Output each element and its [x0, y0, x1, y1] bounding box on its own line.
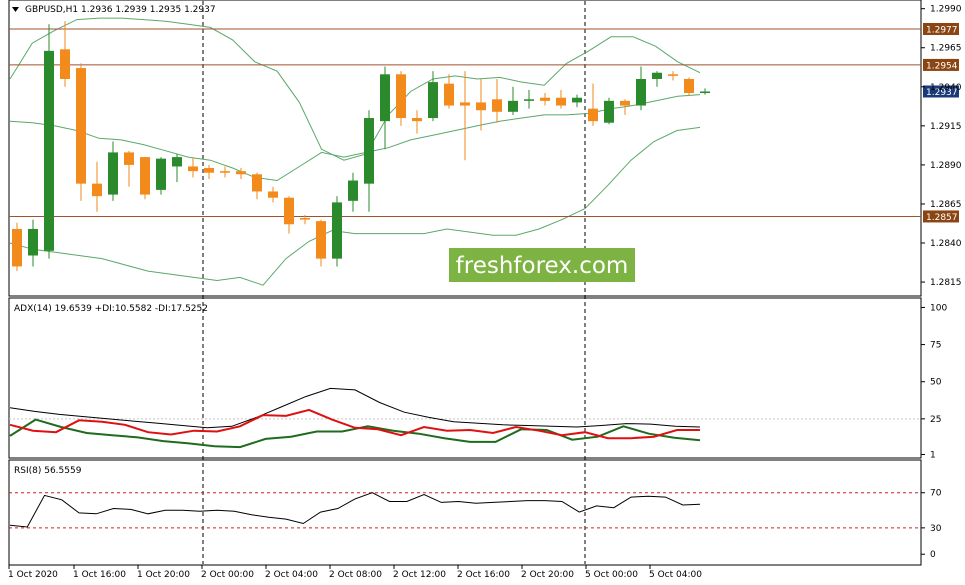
adx-tick-label: 25 — [930, 415, 941, 425]
time-tick-label: 1 Oct 16:00 — [73, 570, 126, 580]
candle-body — [492, 99, 502, 112]
price-tick-label: 1.2840 — [930, 239, 962, 249]
level-price-label: 1.2954 — [926, 61, 958, 71]
candle-body — [604, 100, 614, 123]
trading-chart[interactable]: 1.29771.29541.28571.2937 1007550251 7030… — [0, 0, 965, 585]
time-tick-label: 5 Oct 04:00 — [649, 570, 702, 580]
time-tick-label: 1 Oct 2020 — [8, 570, 58, 580]
time-tick-label: 5 Oct 00:00 — [585, 570, 638, 580]
candle-body — [444, 83, 454, 106]
candle-body — [460, 102, 470, 106]
candle-body — [684, 78, 694, 94]
candle-body — [396, 74, 406, 119]
time-tick-label: 2 Oct 16:00 — [457, 570, 510, 580]
candle-body — [76, 68, 86, 184]
time-tick-label: 2 Oct 08:00 — [329, 570, 382, 580]
time-tick-label: 1 Oct 20:00 — [137, 570, 190, 580]
level-price-label: 1.2977 — [926, 25, 958, 35]
candle-body — [476, 102, 486, 111]
price-tick-label: 1.2990 — [930, 5, 962, 15]
candle-body — [172, 157, 182, 167]
candle-body — [92, 183, 102, 197]
rsi-header: RSI(8) 56.5559 — [14, 466, 82, 476]
rsi-tick-label: 70 — [930, 489, 942, 499]
candle-body — [700, 91, 710, 94]
candle-body — [572, 97, 582, 103]
price-tick-label: 1.2890 — [930, 161, 962, 171]
time-tick-label: 2 Oct 04:00 — [265, 570, 318, 580]
candle-body — [652, 72, 662, 79]
candle-body — [540, 97, 550, 101]
candle-body — [316, 221, 326, 259]
candle-body — [188, 166, 198, 172]
price-tick-label: 1.2940 — [930, 83, 962, 93]
candle-body — [508, 100, 518, 112]
level-price-label: 1.2857 — [926, 213, 958, 223]
time-tick-label: 2 Oct 12:00 — [393, 570, 446, 580]
candle — [12, 222, 22, 272]
candle-body — [44, 50, 54, 251]
candle — [140, 157, 150, 200]
candle-body — [60, 49, 70, 79]
candle-body — [284, 197, 294, 225]
price-tick-label: 1.2965 — [930, 44, 962, 54]
time-tick-label: 2 Oct 20:00 — [521, 570, 574, 580]
candle-body — [428, 82, 438, 119]
candle-body — [220, 171, 230, 173]
candle — [604, 97, 614, 125]
candle-body — [28, 228, 38, 256]
candle-body — [636, 78, 646, 106]
price-tick-label: 1.2865 — [930, 200, 962, 210]
candle-body — [252, 174, 262, 192]
rsi-tick-label: 0 — [930, 550, 936, 560]
candle-body — [332, 202, 342, 259]
symbol-header: GBPUSD,H1 1.2936 1.2939 1.2935 1.2937 — [25, 5, 216, 15]
adx-header: ADX(14) 19.6539 +DI:10.5582 -DI:17.5252 — [14, 304, 208, 314]
candle-body — [668, 74, 678, 76]
candle — [396, 71, 406, 126]
candle-body — [556, 97, 566, 106]
candle — [76, 63, 86, 201]
candle-body — [588, 108, 598, 122]
candle-body — [156, 158, 166, 190]
rsi-tick-label: 30 — [930, 524, 942, 534]
candle-body — [364, 118, 374, 184]
candle-body — [108, 152, 118, 195]
candle-body — [412, 118, 422, 122]
price-tick-label: 1.2915 — [930, 122, 962, 132]
candle-body — [348, 180, 358, 201]
candle-body — [268, 191, 278, 198]
candle-body — [380, 74, 390, 122]
candle-body — [524, 99, 534, 101]
candle-body — [124, 152, 134, 165]
candle-body — [140, 157, 150, 195]
price-tick-label: 1.2815 — [930, 278, 962, 288]
time-tick-label: 2 Oct 00:00 — [201, 570, 254, 580]
candle — [156, 157, 166, 195]
adx-tick-label: 50 — [930, 378, 942, 388]
candle-body — [236, 171, 246, 175]
candle-body — [12, 228, 22, 267]
candle — [332, 196, 342, 267]
candle-body — [620, 100, 630, 106]
candle — [44, 24, 54, 259]
candle-body — [300, 218, 310, 220]
chart-background — [0, 0, 965, 585]
adx-tick-label: 1 — [930, 451, 936, 461]
adx-tick-label: 75 — [930, 341, 941, 351]
watermark-text: freshforex.com — [456, 253, 629, 279]
candle-body — [204, 168, 214, 173]
adx-tick-label: 100 — [930, 303, 947, 313]
